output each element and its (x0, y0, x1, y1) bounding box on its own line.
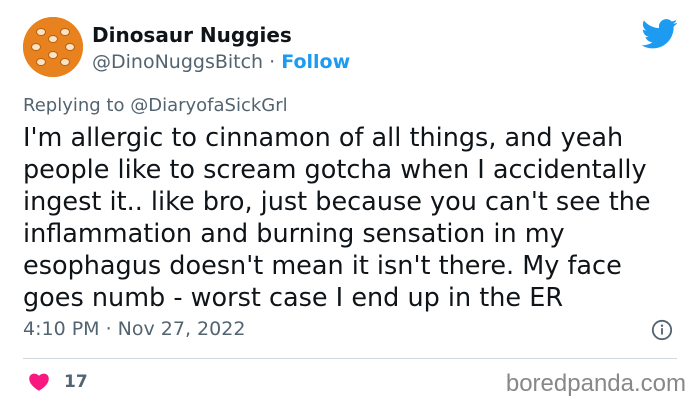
tweet-text-line: esophagus doesn't mean it isn't there. M… (23, 251, 622, 281)
divider (23, 358, 677, 359)
replying-to-label: Replying to (23, 95, 125, 116)
tweet-text-line: I'm allergic to cinnamon of all things, … (23, 123, 624, 153)
replying-to: Replying to @DiaryofaSickGrl (23, 95, 288, 116)
dino-nuggets-avatar-icon (23, 17, 83, 77)
reply-mention-link[interactable]: @DiaryofaSickGrl (130, 95, 287, 116)
author-handle-line: @DinoNuggsBitch · Follow (92, 51, 350, 73)
tweet-text-line: people like to scream gotcha when I acci… (23, 155, 647, 185)
author-display-name[interactable]: Dinosaur Nuggies (92, 23, 292, 47)
like-count: 17 (64, 372, 88, 392)
tweet-text-line: ingest it.. like bro, just because you c… (23, 187, 651, 217)
tweet-card: Dinosaur Nuggies @DinoNuggsBitch · Follo… (0, 0, 700, 410)
tweet-text-line: inflammation and burning sensation in my (23, 219, 565, 249)
tweet-timestamp[interactable]: 4:10 PM · Nov 27, 2022 (23, 318, 245, 340)
avatar[interactable] (23, 17, 83, 77)
follow-button[interactable]: Follow (281, 51, 350, 73)
heart-icon[interactable] (28, 371, 50, 393)
boredpanda-watermark: boredpanda.com (505, 370, 686, 397)
info-icon[interactable] (651, 319, 673, 341)
author-handle[interactable]: @DinoNuggsBitch (92, 51, 263, 73)
tweet-text-line: goes numb - worst case I end up in the E… (23, 283, 564, 313)
twitter-bird-icon[interactable] (642, 19, 678, 49)
tweet-text: I'm allergic to cinnamon of all things, … (23, 122, 683, 314)
separator-dot: · (269, 51, 276, 73)
